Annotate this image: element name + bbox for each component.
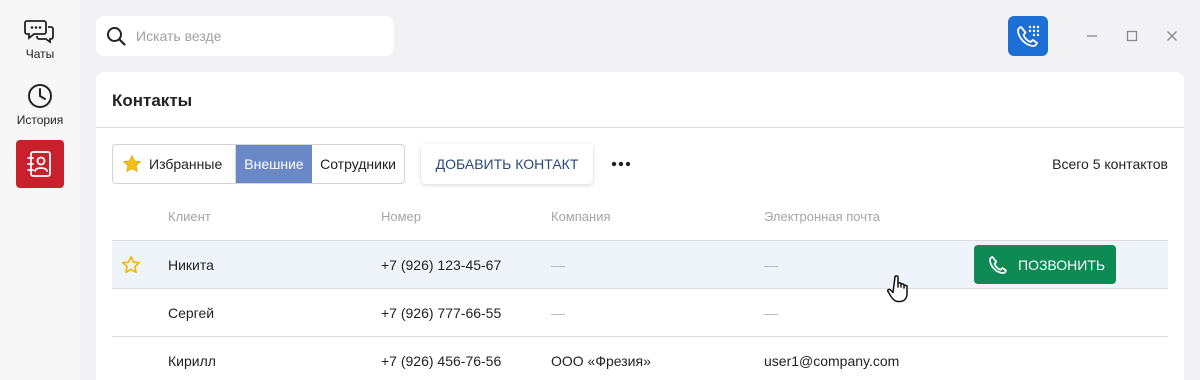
maximize-icon [1126,30,1138,42]
star-icon [123,155,141,172]
dialer-button[interactable] [1008,16,1048,56]
global-search[interactable] [96,16,394,56]
contact-email: — [764,305,778,321]
search-icon [107,27,126,46]
minimize-button[interactable] [1084,28,1100,44]
phone-icon [989,255,1007,274]
contacts-book-icon [27,151,51,177]
column-header-email[interactable]: Электронная почта [764,209,880,224]
search-input[interactable] [136,28,376,44]
contact-company: ООО «Фрезия» [551,353,651,369]
page-title: Контакты [112,91,193,110]
table-row[interactable]: Никита +7 (926) 123-45-67 — — ПОЗВОНИТЬ [112,240,1168,288]
close-button[interactable] [1164,28,1180,44]
call-button[interactable]: ПОЗВОНИТЬ [974,245,1116,284]
contact-email: — [764,257,778,273]
sidebar-item-chats[interactable]: Чаты [0,18,80,61]
phone-keypad-icon [1017,25,1040,47]
more-options-button[interactable] [608,152,634,176]
filter-label: Внешние [244,156,304,172]
contact-name: Никита [168,257,214,273]
contact-phone: +7 (926) 777-66-55 [381,305,502,321]
column-header-phone[interactable]: Номер [381,209,421,224]
sidebar-item-contacts[interactable] [16,140,64,188]
close-icon [1167,31,1177,41]
contacts-panel: Контакты Избранные Внешние Сотрудники ДО… [96,72,1184,380]
sidebar: Чаты История [0,0,80,380]
star-outline-icon[interactable] [121,255,141,275]
history-clock-icon [28,84,52,108]
table-row[interactable]: Кирилл +7 (926) 456-76-56 ООО «Фрезия» u… [112,336,1168,380]
filter-label: Избранные [149,156,223,172]
contact-company: — [551,257,565,273]
contact-phone: +7 (926) 456-76-56 [381,353,502,369]
maximize-button[interactable] [1124,28,1140,44]
chat-icon [24,20,54,44]
call-button-label: ПОЗВОНИТЬ [1018,256,1106,273]
filter-favorites[interactable]: Избранные [113,145,236,183]
filter-label: Сотрудники [320,156,396,172]
divider [96,127,1184,128]
filter-employees[interactable]: Сотрудники [312,145,404,183]
sidebar-item-label: Чаты [25,47,55,61]
sidebar-item-history[interactable]: История [0,82,80,127]
contacts-total: Всего 5 контактов [1052,156,1168,172]
add-contact-button[interactable]: ДОБАВИТЬ КОНТАКТ [421,144,593,184]
contacts-filter-segment: Избранные Внешние Сотрудники [112,144,405,184]
hand-pointer-cursor-icon [887,275,908,303]
column-header-client[interactable]: Клиент [168,209,211,224]
filter-external[interactable]: Внешние [236,145,312,183]
more-dots-icon [611,161,631,167]
table-row[interactable]: Сергей +7 (926) 777-66-55 — — [112,288,1168,336]
contact-phone: +7 (926) 123-45-67 [381,257,502,273]
contact-email: user1@company.com [764,353,900,369]
contact-name: Сергей [168,305,215,321]
minimize-icon [1087,35,1097,37]
contact-name: Кирилл [168,353,216,369]
column-header-company[interactable]: Компания [551,209,611,224]
sidebar-item-label: История [16,113,64,127]
contact-company: — [551,305,565,321]
